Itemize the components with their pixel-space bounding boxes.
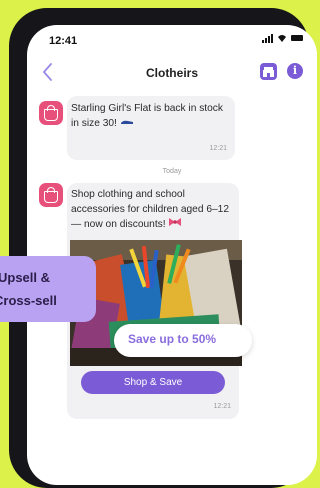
phone-frame: 12:41 Clotheirs i Starling Girl's Flat i… [9, 8, 317, 488]
flat-shoe-emoji [120, 120, 133, 124]
system-icons [262, 33, 303, 43]
shopping-bag-icon [44, 191, 58, 203]
info-icon[interactable]: i [287, 63, 303, 79]
shop-and-save-button[interactable]: Shop & Save [81, 371, 225, 394]
brand-avatar [39, 101, 63, 125]
discount-text: Save up to 50% [128, 332, 217, 346]
brand-avatar [39, 183, 63, 207]
upsell-cross-sell-tag: Upsell & Cross-sell [0, 256, 96, 322]
signal-icon [262, 33, 273, 43]
day-separator: Today [162, 168, 182, 175]
battery-icon [291, 35, 303, 41]
shopping-bag-icon [44, 109, 58, 121]
status-bar: 12:41 [27, 25, 317, 51]
message-time: 12:21 [213, 403, 231, 410]
bow-emoji [169, 218, 182, 226]
status-time: 12:41 [49, 35, 78, 47]
tag-line-1: Upsell & [0, 270, 51, 285]
discount-badge: Save up to 50% [114, 324, 252, 357]
message-time: 12:21 [209, 145, 227, 152]
tag-line-2: Cross-sell [0, 293, 57, 308]
wifi-icon [278, 35, 286, 42]
chat-header: Clotheirs i [27, 58, 317, 88]
message-text: Starling Girl's Flat is back in stock in… [71, 103, 223, 129]
store-icon[interactable] [260, 63, 277, 80]
chat-screen: 12:41 Clotheirs i Starling Girl's Flat i… [27, 25, 317, 485]
message-bubble: Starling Girl's Flat is back in stock in… [67, 96, 235, 160]
message-text: Shop clothing and school accessories for… [71, 189, 230, 230]
